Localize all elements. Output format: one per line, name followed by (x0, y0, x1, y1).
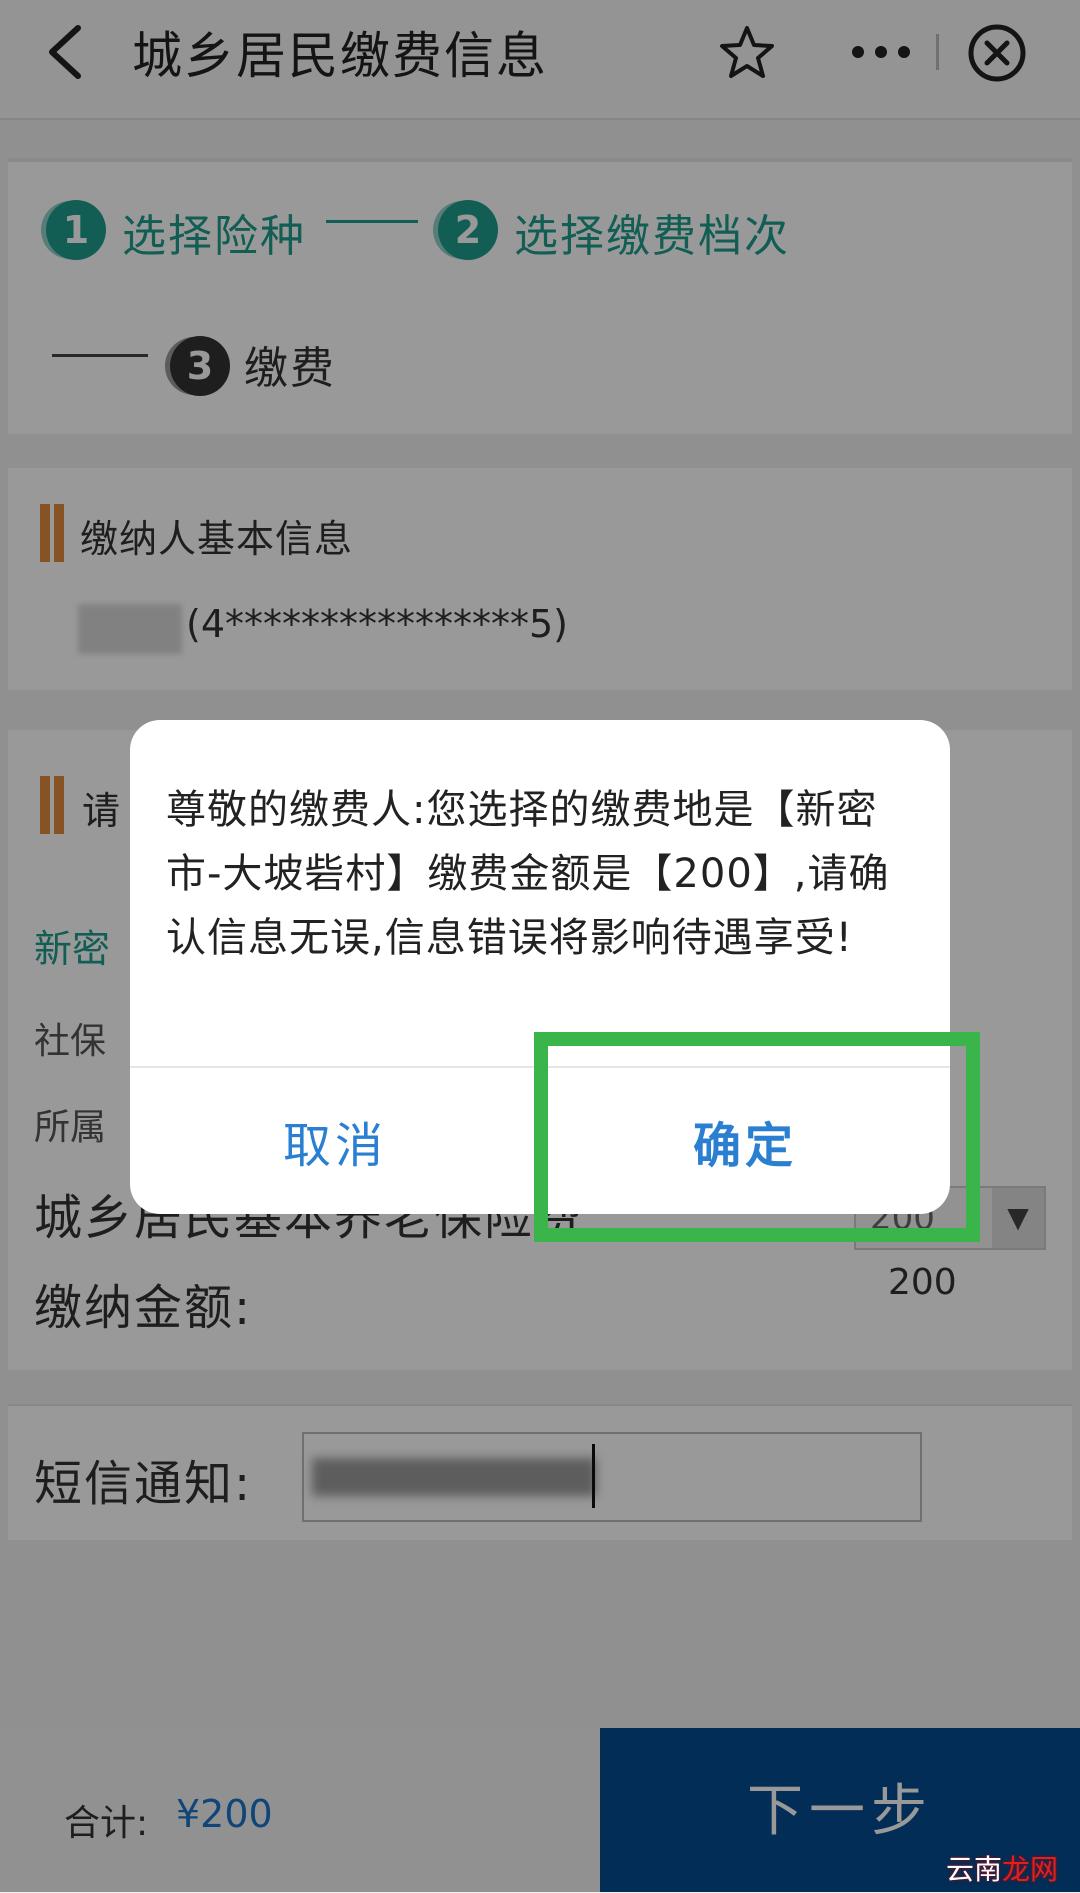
cancel-button[interactable]: 取消 (130, 1068, 540, 1214)
page: 城乡居民缴费信息 1 选择险种 2 选择缴费档次 3 缴费 缴纳人基本信息 (4… (0, 0, 1080, 1892)
dialog-message: 尊敬的缴费人:您选择的缴费地是【新密市-大坡砦村】缴费金额是【200】,请确认信… (166, 787, 890, 961)
watermark-part1: 云南 (946, 1853, 1003, 1886)
watermark-part2: 龙网 (1002, 1853, 1059, 1886)
watermark: 云南龙网 (946, 1848, 1058, 1888)
highlight-frame (534, 1032, 980, 1242)
